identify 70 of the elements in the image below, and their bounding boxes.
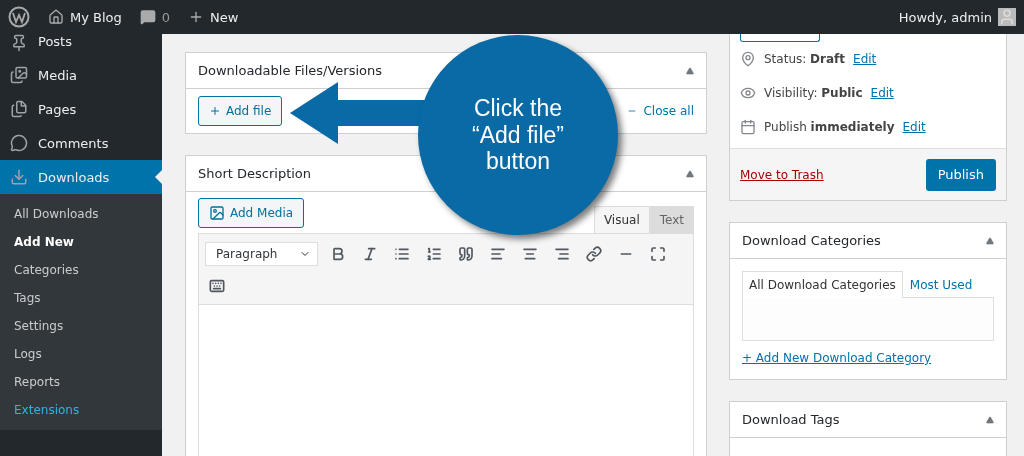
callout-text: Click the “Add file” button xyxy=(470,95,565,175)
bold-icon[interactable] xyxy=(330,246,346,262)
italic-icon[interactable] xyxy=(362,246,378,262)
wordpress-logo-icon[interactable] xyxy=(8,6,30,28)
download-icon xyxy=(10,168,28,186)
panel-title: Download Categories xyxy=(742,233,881,248)
sidebar-item[interactable]: Comments xyxy=(0,126,162,160)
submenu-item[interactable]: Extensions xyxy=(0,396,162,424)
collapse-icon[interactable] xyxy=(986,236,994,245)
editor-tab[interactable]: Visual xyxy=(593,206,650,233)
comment-icon xyxy=(10,134,28,152)
submenu-item[interactable]: All Downloads xyxy=(0,200,162,228)
close-all-link[interactable]: Close all xyxy=(627,104,694,118)
submenu-item[interactable]: Add New xyxy=(0,228,162,256)
home-icon[interactable] xyxy=(48,9,64,25)
account-link[interactable]: Howdy, admin xyxy=(898,9,992,25)
format-value: Paragraph xyxy=(216,247,278,261)
add-file-button[interactable]: Add file xyxy=(198,96,283,126)
edit-link[interactable]: Edit xyxy=(870,86,894,100)
edit-link[interactable]: Edit xyxy=(853,52,877,66)
plus-icon xyxy=(209,105,221,117)
keyboard-icon[interactable] xyxy=(209,278,225,294)
publish-button[interactable]: Publish xyxy=(925,158,996,191)
comment-count[interactable]: 0 xyxy=(161,9,171,25)
sidebar-item[interactable]: Posts xyxy=(0,34,162,58)
calendar-icon xyxy=(740,119,756,135)
numbered-list-icon[interactable] xyxy=(426,246,442,262)
media-icon xyxy=(10,66,28,84)
edit-link[interactable]: Edit xyxy=(902,120,926,134)
align-center-icon[interactable] xyxy=(522,246,538,262)
submenu-item[interactable]: Reports xyxy=(0,368,162,396)
panel-title: Short Description xyxy=(198,166,312,181)
submenu-item[interactable]: Logs xyxy=(0,340,162,368)
publish-setting: Visibility: Public xyxy=(764,86,863,100)
bulleted-list-icon[interactable] xyxy=(394,246,410,262)
sidebar-item[interactable]: Media xyxy=(0,58,162,92)
align-left-icon[interactable] xyxy=(490,246,506,262)
publish-setting: Publish immediately xyxy=(764,120,895,134)
collapse-icon[interactable] xyxy=(986,415,994,424)
quote-icon[interactable] xyxy=(458,246,474,262)
sidebar-item[interactable]: Pages xyxy=(0,92,162,126)
new-link[interactable]: New xyxy=(210,9,239,25)
panel-title: Download Tags xyxy=(742,412,840,427)
media-icon xyxy=(209,205,225,221)
comment-icon[interactable] xyxy=(139,9,156,25)
add-category-link[interactable]: + Add New Download Category xyxy=(742,351,932,365)
sidebar-item[interactable]: Downloads xyxy=(0,160,162,194)
fullscreen-icon[interactable] xyxy=(650,246,666,262)
link-icon[interactable] xyxy=(586,246,602,262)
site-link[interactable]: My Blog xyxy=(70,9,122,25)
submenu-item[interactable]: Tags xyxy=(0,284,162,312)
collapse-icon[interactable] xyxy=(686,66,694,75)
category-tab[interactable]: Most Used xyxy=(902,271,980,298)
pages-icon xyxy=(10,100,28,118)
publish-setting: Status: Draft xyxy=(764,52,846,66)
editor-tab[interactable]: Text xyxy=(649,206,694,233)
add-media-button[interactable]: Add Media xyxy=(198,198,305,228)
preview-button[interactable] xyxy=(740,34,820,42)
trash-link[interactable]: Move to Trash xyxy=(740,167,824,182)
submenu-item[interactable]: Categories xyxy=(0,256,162,284)
format-select[interactable]: Paragraph xyxy=(205,242,318,266)
pin-icon xyxy=(740,51,756,67)
panel-title: Downloadable Files/Versions xyxy=(198,63,383,78)
pin-icon xyxy=(10,34,28,52)
editor-area[interactable]: Paragraph xyxy=(198,233,694,456)
category-tab[interactable]: All Download Categories xyxy=(742,271,903,298)
submenu-item[interactable]: Settings xyxy=(0,312,162,340)
collapse-icon[interactable] xyxy=(686,169,694,178)
align-right-icon[interactable] xyxy=(554,246,570,262)
eye-icon xyxy=(740,85,756,101)
